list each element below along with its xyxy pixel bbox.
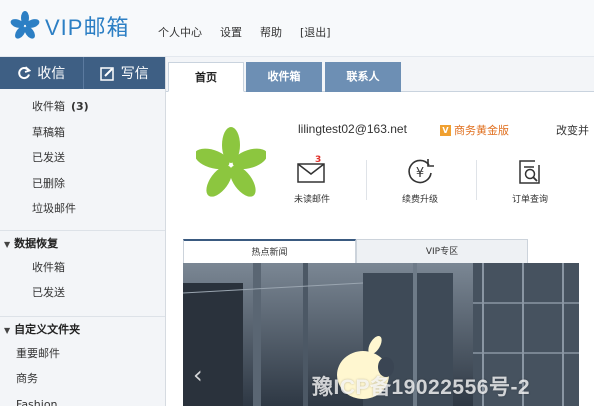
compose-button[interactable]: 写信	[82, 57, 165, 89]
receive-mail-label: 收信	[37, 66, 66, 82]
unread-count-badge: 3	[315, 155, 322, 165]
inbox-unread-count: (3)	[71, 100, 89, 113]
envelope-icon	[297, 163, 325, 183]
yuan-upgrade-icon: ¥	[408, 159, 434, 184]
top-links: 个人中心 设置 帮助 [退出]	[158, 24, 349, 40]
refresh-icon	[17, 66, 32, 80]
custom-folder-business-label: 商务	[16, 372, 38, 385]
tab-inbox[interactable]: 收件箱	[246, 62, 322, 92]
section-data-recovery[interactable]: ▼ 数据恢复	[0, 229, 165, 255]
account-email: lilingtest02@163.net	[298, 122, 407, 136]
custom-folder-fashion[interactable]: Fashion	[0, 392, 165, 406]
divider	[476, 160, 477, 200]
custom-folder-important[interactable]: 重要邮件	[0, 341, 165, 367]
compose-icon	[100, 66, 115, 81]
vip-level-label: 商务黄金版	[454, 124, 509, 137]
folder-spam-label: 垃圾邮件	[32, 202, 76, 215]
help-link[interactable]: 帮助	[260, 24, 282, 40]
prev-slide-arrow[interactable]: ‹	[193, 361, 203, 389]
renew-upgrade-button[interactable]: ¥ 续费升级	[390, 154, 450, 205]
tab-vip-zone[interactable]: VIP专区	[356, 239, 528, 263]
asterisk-logo-icon	[10, 11, 40, 39]
vip-level-badge[interactable]: V 商务黄金版	[440, 122, 509, 138]
brand-title: VIP邮箱	[45, 15, 130, 40]
tab-hot-news[interactable]: 热点新闻	[183, 239, 356, 263]
recovery-inbox-label: 收件箱	[32, 260, 65, 274]
collapse-triangle-icon: ▼	[4, 239, 11, 249]
folder-inbox-label: 收件箱	[32, 100, 65, 113]
section-custom-folders-title: 自定义文件夹	[14, 322, 81, 336]
vip-mark-icon: V	[440, 124, 451, 136]
account-panel: lilingtest02@163.net V 商务黄金版 改变并 3 未读邮件 …	[166, 92, 594, 240]
sidebar: 收信 写信 收件箱 (3) 草稿箱 已发送 已删除 垃圾邮件 ▼ 数据恢复 收件箱 …	[0, 57, 166, 406]
folder-sent-label: 已发送	[32, 151, 65, 164]
personal-center-link[interactable]: 个人中心	[158, 24, 202, 40]
custom-folder-fashion-label: Fashion	[16, 397, 58, 406]
folder-deleted[interactable]: 已删除	[0, 171, 165, 197]
main-tabs: 首页 收件箱 联系人	[166, 57, 594, 92]
folder-sent[interactable]: 已发送	[0, 145, 165, 171]
tab-contacts[interactable]: 联系人	[325, 62, 401, 92]
folder-deleted-label: 已删除	[32, 176, 65, 190]
recovery-sent-label: 已发送	[32, 286, 65, 299]
section-data-recovery-title: 数据恢复	[14, 236, 59, 250]
collapse-triangle-icon: ▼	[4, 325, 11, 335]
svg-text:¥: ¥	[416, 166, 424, 181]
compose-label: 写信	[120, 66, 149, 82]
folder-drafts-label: 草稿箱	[32, 125, 65, 139]
recovery-sent[interactable]: 已发送	[0, 280, 165, 306]
settings-link[interactable]: 设置	[220, 24, 242, 40]
renew-upgrade-label: 续费升级	[401, 195, 438, 205]
order-query-button[interactable]: 订单查询	[500, 154, 560, 205]
folder-inbox[interactable]: 收件箱 (3)	[0, 94, 165, 120]
logout-link[interactable]: [退出]	[300, 24, 331, 40]
news-tabs: 热点新闻 VIP专区	[183, 239, 579, 263]
folder-drafts[interactable]: 草稿箱	[0, 120, 165, 146]
folder-spam[interactable]: 垃圾邮件	[0, 196, 165, 222]
unread-mail-label: 未读邮件	[293, 195, 330, 205]
custom-folder-important-label: 重要邮件	[16, 346, 60, 360]
section-custom-folders[interactable]: ▼ 自定义文件夹	[0, 315, 165, 341]
divider	[366, 160, 367, 200]
change-link[interactable]: 改变并	[556, 122, 589, 138]
sidebar-actions: 收信 写信	[0, 57, 165, 89]
top-header: VIP邮箱 个人中心 设置 帮助 [退出]	[0, 0, 594, 57]
order-search-icon	[519, 160, 540, 184]
icp-watermark: 豫ICP备19022556号-2	[312, 376, 531, 399]
unread-mail-button[interactable]: 3 未读邮件	[282, 154, 342, 205]
logo[interactable]: VIP邮箱	[10, 10, 129, 42]
tab-home[interactable]: 首页	[168, 62, 244, 92]
order-query-label: 订单查询	[511, 195, 548, 205]
receive-mail-button[interactable]: 收信	[0, 57, 83, 89]
recovery-inbox[interactable]: 收件箱	[0, 255, 165, 281]
custom-folder-business[interactable]: 商务	[0, 366, 165, 392]
avatar[interactable]	[196, 127, 266, 202]
